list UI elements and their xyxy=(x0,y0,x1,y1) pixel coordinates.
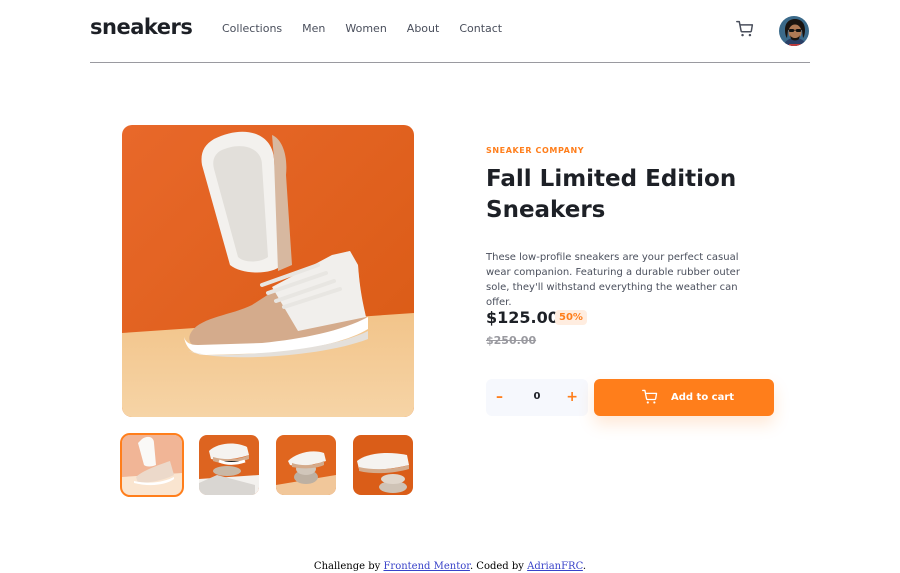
author-link[interactable]: AdrianFRC xyxy=(527,561,583,572)
logo[interactable]: sneakers xyxy=(90,15,193,39)
original-price: $250.00 xyxy=(486,334,537,347)
thumbnail-strip xyxy=(120,433,413,497)
thumbnail-4[interactable] xyxy=(353,435,413,495)
company-label: SNEAKER COMPANY xyxy=(486,146,585,155)
nav-contact[interactable]: Contact xyxy=(459,22,502,35)
thumbnail-1[interactable] xyxy=(120,433,184,497)
discount-badge: 50% xyxy=(555,310,587,325)
frontend-mentor-link[interactable]: Frontend Mentor xyxy=(383,561,469,572)
thumbnail-3[interactable] xyxy=(276,435,336,495)
nav-women[interactable]: Women xyxy=(345,22,386,35)
add-to-cart-label: Add to cart xyxy=(671,392,735,403)
footer-suffix: . xyxy=(582,561,587,572)
attribution-footer: Challenge by Frontend Mentor. Coded by A… xyxy=(0,561,900,572)
add-to-cart-button[interactable]: Add to cart xyxy=(594,379,774,416)
increase-button[interactable]: + xyxy=(566,389,578,405)
product-title: Fall Limited Edition Sneakers xyxy=(486,166,737,223)
footer-prefix: Challenge by xyxy=(313,561,384,572)
nav-men[interactable]: Men xyxy=(302,22,325,35)
quantity-stepper: – 0 + xyxy=(486,379,588,416)
site-header: sneakers Collections Men Women About Con… xyxy=(90,0,810,63)
thumbnail-2[interactable] xyxy=(199,435,259,495)
current-price: $125.00 xyxy=(486,308,559,327)
cart-icon[interactable] xyxy=(736,20,754,38)
product-main-image[interactable] xyxy=(122,125,414,417)
main-nav: Collections Men Women About Contact xyxy=(222,22,502,35)
nav-collections[interactable]: Collections xyxy=(222,22,282,35)
footer-middle: . Coded by xyxy=(469,561,528,572)
product-description: These low-profile sneakers are your perf… xyxy=(486,252,740,308)
cart-icon xyxy=(642,389,658,404)
nav-about[interactable]: About xyxy=(407,22,440,35)
avatar[interactable] xyxy=(778,15,810,47)
